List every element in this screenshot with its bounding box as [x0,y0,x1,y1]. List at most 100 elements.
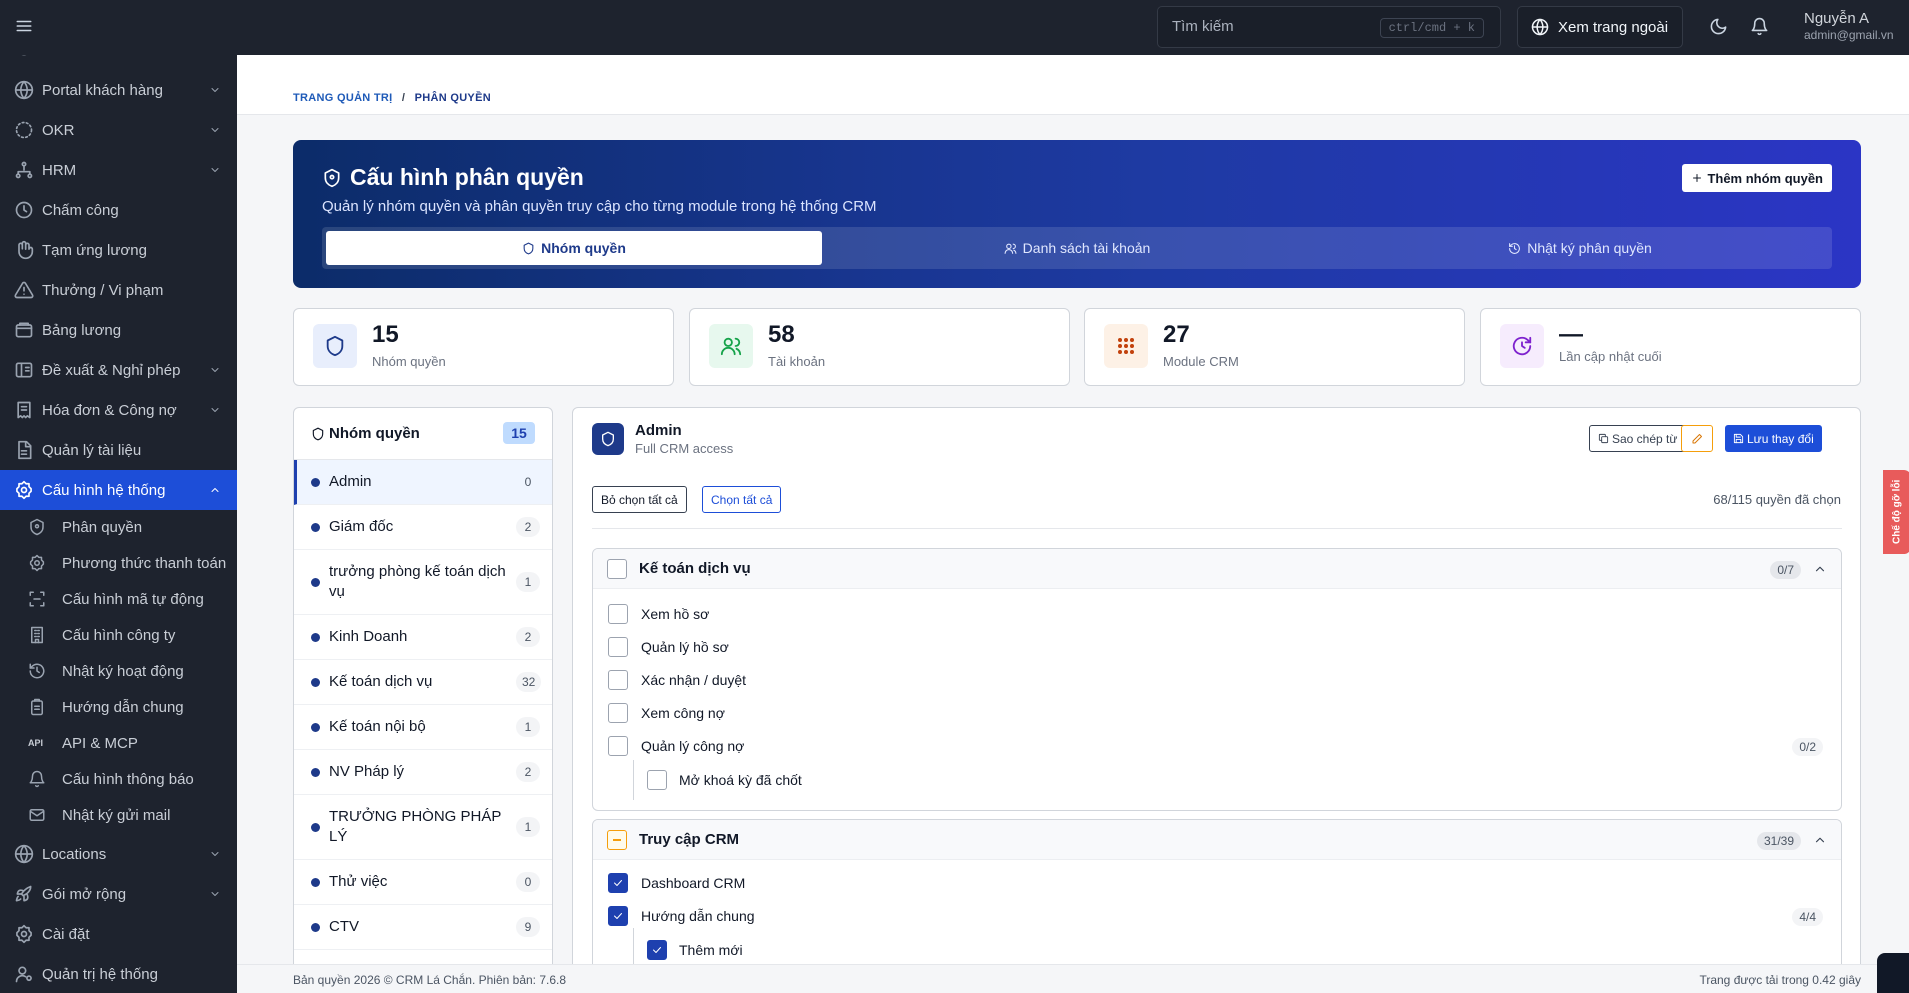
api-icon: API [28,738,44,748]
sidebar-item-okr[interactable]: OKR [0,110,237,150]
sidebar-item-proposals[interactable]: Đề xuất & Nghỉ phép [0,350,237,390]
group-name: CTV [329,918,359,935]
sidebar-item-hidden[interactable] [0,55,237,67]
stat-label: Nhóm quyền [372,354,446,369]
sidebar-sub-mail-log[interactable]: Nhật ký gửi mail [28,797,237,833]
group-name: NV Pháp lý [329,763,405,780]
permission-editor: Admin Full CRM access Sao chép từ Lưu th… [572,407,1861,993]
permission-checkbox[interactable] [647,940,667,960]
sidebar-item-reward[interactable]: Thưởng / Vi phạm [0,270,237,310]
sidebar-item-locations[interactable]: Locations [0,834,237,874]
group-item[interactable]: trưởng phòng kế toán dịch vụ 1 [294,550,552,615]
select-all-button[interactable]: Chọn tất cả [702,486,782,513]
chevron-up-icon[interactable] [1813,833,1827,847]
tab-accounts[interactable]: Danh sách tài khoản [829,231,1325,265]
breadcrumb-root[interactable]: TRANG QUẢN TRỊ [293,92,393,104]
tab-label: Nhật ký phân quyền [1527,240,1652,256]
module-header[interactable]: Kế toán dịch vụ 0/7 [593,549,1841,589]
sidebar-item-payroll[interactable]: Bảng lương [0,310,237,350]
group-item[interactable]: Giám đốc 2 [294,505,552,550]
shield-icon [522,242,535,255]
sidebar-item-invoices[interactable]: Hóa đơn & Công nợ [0,390,237,430]
permission-checkbox[interactable] [647,770,667,790]
permission-checkbox[interactable] [608,637,628,657]
permission-count-badge: 4/4 [1792,908,1823,926]
group-item[interactable]: NV Pháp lý 2 [294,750,552,795]
user-email: admin@gmail.vn [1804,28,1894,42]
add-group-button[interactable]: Thêm nhóm quyền [1682,164,1832,192]
search-input[interactable] [1172,18,1372,35]
shield-icon [322,168,342,188]
permission-checkbox[interactable] [608,604,628,624]
save-changes-label: Lưu thay đổi [1747,431,1814,446]
loader-icon [14,120,34,140]
copy-from-button[interactable]: Sao chép từ [1589,425,1687,452]
debug-mode-tab[interactable]: Chế độ gỡ lỗi [1883,470,1909,554]
clipboard-icon [28,698,46,716]
group-dot [311,578,320,587]
sidebar-item-salary-advance[interactable]: Tạm ứng lương [0,230,237,270]
shield-icon [592,423,624,455]
module-checkbox[interactable] [607,830,627,850]
sidebar-sub-payment[interactable]: Phương thức thanh toán [28,545,237,581]
receipt-icon [14,400,34,420]
group-item[interactable]: Admin 0 [294,460,552,505]
sidebar-item-admin[interactable]: Quản trị hệ thống [0,954,237,993]
group-item[interactable]: Kinh Doanh 2 [294,615,552,660]
save-changes-button[interactable]: Lưu thay đổi [1725,425,1822,452]
sidebar-item-extensions[interactable]: Gói mở rộng [0,874,237,914]
sidebar-item-documents[interactable]: Quản lý tài liệu [0,430,237,470]
permission-count-badge: 0/2 [1792,738,1823,756]
sidebar-sub-label: Hướng dẫn chung [62,698,184,716]
sidebar-item-system-config[interactable]: Cấu hình hệ thống [0,470,237,510]
permission-checkbox[interactable] [608,906,628,926]
sidebar-item-attendance[interactable]: Chấm công [0,190,237,230]
view-site-button[interactable]: Xem trang ngoài [1517,6,1683,48]
menu-icon[interactable] [15,17,33,35]
sidebar-sub-permissions[interactable]: Phân quyền [28,509,237,545]
history-icon [28,662,46,680]
sidebar-item-hrm[interactable]: HRM [0,150,237,190]
permission-label: Xem hồ sơ [641,606,710,622]
group-item[interactable]: Thử việc 0 [294,860,552,905]
sidebar-item-label: Bảng lương [42,321,122,339]
warning-icon [14,280,34,300]
group-name: Kinh Doanh [329,628,408,645]
sidebar-sub-api[interactable]: API API & MCP [28,725,237,761]
sidebar-item-settings[interactable]: Cài đặt [0,914,237,954]
group-item[interactable]: TRƯỞNG PHÒNG PHÁP LÝ 1 [294,795,552,860]
module-header[interactable]: Truy cập CRM 31/39 [593,820,1841,860]
selected-permissions-count: 68/115 quyền đã chọn [1713,492,1841,507]
sidebar-sub-notifications[interactable]: Cấu hình thông báo [28,761,237,797]
sidebar-item-portal[interactable]: Portal khách hàng [0,70,237,110]
plus-icon [1691,172,1703,184]
sidebar-sub-activity-log[interactable]: Nhật ký hoạt động [28,653,237,689]
group-item[interactable]: Kế toán nội bộ 1 [294,705,552,750]
bell-icon[interactable] [1750,17,1769,36]
module-checkbox[interactable] [607,559,627,579]
copy-icon [1598,433,1609,444]
user-menu[interactable]: Nguyễn A admin@gmail.vn [1804,10,1894,44]
deselect-all-button[interactable]: Bỏ chọn tất cả [592,486,687,513]
group-item[interactable]: CTV 9 [294,905,552,950]
permission-checkbox[interactable] [608,736,628,756]
permission-checkbox[interactable] [608,873,628,893]
edit-group-button[interactable] [1681,425,1713,452]
sidebar-sub-label: Phân quyền [62,518,143,536]
globe-icon [1531,18,1549,36]
tab-groups[interactable]: Nhóm quyền [326,231,822,265]
chevron-up-icon[interactable] [1813,562,1827,576]
permission-checkbox[interactable] [608,703,628,723]
search-box[interactable]: ctrl/cmd + k [1157,6,1501,48]
building-icon [28,626,46,644]
sidebar-sub-guide[interactable]: Hướng dẫn chung [28,689,237,725]
permission-tabs: Nhóm quyền Danh sách tài khoản Nhật ký p… [322,227,1832,269]
floating-widget[interactable] [1877,953,1909,993]
sidebar-sub-autocode[interactable]: Cấu hình mã tự động [28,581,237,617]
permission-checkbox[interactable] [608,670,628,690]
tab-permission-log[interactable]: Nhật ký phân quyền [1332,231,1828,265]
sidebar-sub-company[interactable]: Cấu hình công ty [28,617,237,653]
moon-icon[interactable] [1709,17,1728,36]
settings-icon [14,924,34,944]
group-item[interactable]: Kế toán dịch vụ 32 [294,660,552,705]
